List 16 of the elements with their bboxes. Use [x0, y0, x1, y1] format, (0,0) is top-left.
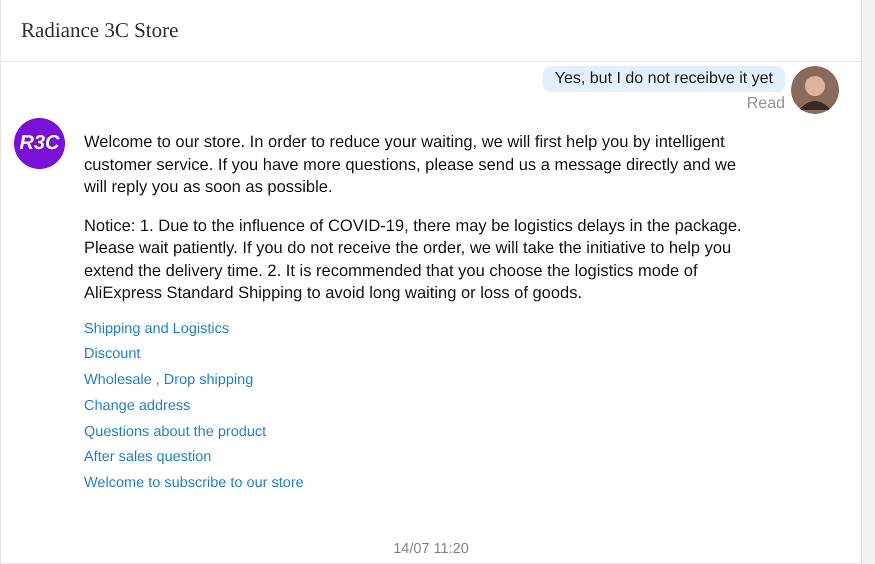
quick-reply-link[interactable]: Questions about the product	[84, 420, 266, 446]
read-status: Read	[746, 95, 785, 113]
quick-reply-link[interactable]: Discount	[84, 342, 140, 368]
quick-reply-link[interactable]: After sales question	[84, 445, 212, 472]
chat-title: Radiance 3C Store	[21, 18, 178, 43]
message-paragraph: Welcome to our store. In order to reduce your waiting, we will first help you by intelligent customer service. If you have more questions, please send us a message directly and we will reply you as soon as possible.	[84, 132, 738, 198]
quick-reply-link[interactable]: Welcome to subscribe to our store	[84, 471, 304, 498]
quick-reply-link[interactable]: Shipping and Logistics	[84, 316, 230, 342]
timestamp: 14/07 11:20	[393, 541, 469, 557]
store-avatar: R3C	[14, 118, 65, 169]
message-paragraph: Notice: 1. Due to the influence of COVID-19, there may be logistics delays in the package. Please wait patiently. If you do not receive the order, we will take the initiative to help you extend the delivery time. 2. It is recommended that you choose the logistics mode of AliExpress Standard Shipping to avoid long waiting or loss of goods.	[84, 216, 743, 304]
quick-reply-link[interactable]: Wholesale , Drop shipping	[84, 368, 254, 394]
scrollbar-track[interactable]	[862, 0, 875, 564]
quick-reply-link[interactable]: Change address	[84, 394, 190, 420]
user-avatar	[791, 66, 839, 114]
message-bubble: Yes, but I do not receibve it yet	[542, 66, 785, 92]
